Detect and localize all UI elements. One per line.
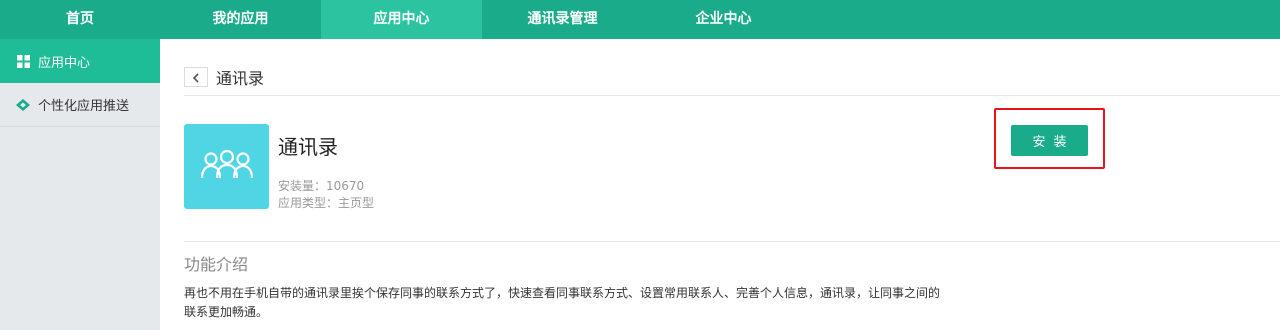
sidebar-item-label: 个性化应用推送 [38, 99, 130, 114]
grid-icon [16, 54, 30, 68]
breadcrumb: 通讯录 [184, 65, 264, 89]
nav-item-my-apps[interactable]: 我的应用 [160, 0, 321, 39]
nav-item-home[interactable]: 首页 [0, 0, 160, 39]
app-icon [184, 124, 269, 209]
chevron-left-icon [192, 68, 200, 87]
page-title: 通讯录 [216, 69, 265, 88]
sidebar: 应用中心 个性化应用推送 [0, 39, 160, 330]
sidebar-item-app-center[interactable]: 应用中心 [0, 39, 160, 83]
nav-item-enterprise-center[interactable]: 企业中心 [643, 0, 804, 39]
main-content: 通讯录 通讯录 安装量：10670 应用类型：主页型 安装 功能介绍 再也不用在… [160, 39, 1280, 330]
back-button[interactable] [184, 67, 208, 87]
app-type: 应用类型：主页型 [278, 196, 375, 210]
section-title: 功能介绍 [184, 255, 249, 274]
sidebar-item-label: 应用中心 [38, 55, 91, 71]
nav-item-contacts-management[interactable]: 通讯录管理 [482, 0, 643, 39]
app-description: 再也不用在手机自带的通讯录里挨个保存同事的联系方式了，快速查看同事联系方式、设置… [184, 286, 941, 319]
app-name: 通讯录 [278, 135, 338, 159]
install-count: 安装量：10670 [278, 179, 365, 193]
nav-item-app-center[interactable]: 应用中心 [321, 0, 482, 39]
people-group-icon [200, 148, 253, 186]
divider [184, 241, 1280, 242]
install-button[interactable]: 安装 [1011, 125, 1088, 156]
top-navigation: 首页 我的应用 应用中心 通讯录管理 企业中心 [0, 0, 1280, 39]
divider [184, 95, 1280, 96]
sidebar-item-personalized-push[interactable]: 个性化应用推送 [0, 83, 160, 127]
diamond-tag-icon [16, 98, 30, 112]
